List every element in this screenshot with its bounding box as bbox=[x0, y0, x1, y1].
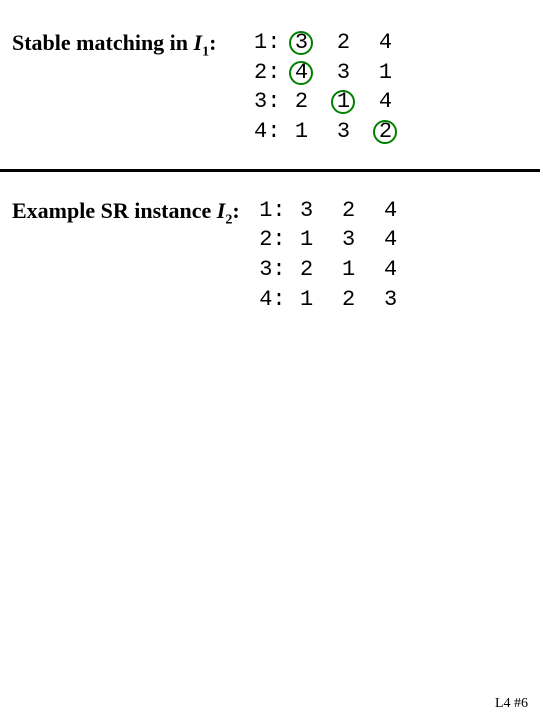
bottom-label-post: : bbox=[232, 198, 239, 223]
table-row: 4:132 bbox=[246, 117, 406, 147]
top-label-var: I bbox=[194, 30, 203, 55]
pref-value: 3 bbox=[322, 117, 364, 147]
pref-value: 2 bbox=[328, 285, 370, 315]
pref-value: 1 bbox=[364, 58, 406, 88]
slide-footer: L4 #6 bbox=[495, 696, 528, 712]
pref-value: 2 bbox=[286, 255, 328, 285]
row-label: 1: bbox=[252, 196, 286, 226]
bottom-label-pre: Example SR instance bbox=[12, 198, 217, 223]
pref-value: 4 bbox=[370, 196, 412, 226]
bottom-section: Example SR instance I2: 1:3242:1343:2144… bbox=[0, 172, 540, 315]
top-preference-table: 1:3242:4313:2144:132 bbox=[246, 28, 406, 147]
pref-value: 1 bbox=[286, 285, 328, 315]
table-row: 1:324 bbox=[246, 28, 406, 58]
matched-value: 3 bbox=[280, 28, 322, 58]
pref-value: 2 bbox=[328, 196, 370, 226]
row-label: 3: bbox=[246, 87, 280, 117]
pref-value: 3 bbox=[328, 225, 370, 255]
table-row: 4:123 bbox=[252, 285, 412, 315]
matched-value: 4 bbox=[280, 58, 322, 88]
table-row: 3:214 bbox=[246, 87, 406, 117]
table-row: 2:431 bbox=[246, 58, 406, 88]
pref-value: 3 bbox=[286, 196, 328, 226]
bottom-preference-table: 1:3242:1343:2144:123 bbox=[252, 196, 412, 315]
pref-value: 3 bbox=[370, 285, 412, 315]
matched-value: 2 bbox=[364, 117, 406, 147]
pref-value: 3 bbox=[322, 58, 364, 88]
row-label: 1: bbox=[246, 28, 280, 58]
row-label: 4: bbox=[252, 285, 286, 315]
row-label: 2: bbox=[246, 58, 280, 88]
pref-value: 4 bbox=[364, 87, 406, 117]
pref-value: 2 bbox=[280, 87, 322, 117]
pref-value: 4 bbox=[370, 255, 412, 285]
pref-value: 2 bbox=[322, 28, 364, 58]
pref-value: 1 bbox=[280, 117, 322, 147]
table-row: 1:324 bbox=[252, 196, 412, 226]
matched-value: 1 bbox=[322, 87, 364, 117]
row-label: 4: bbox=[246, 117, 280, 147]
table-row: 2:134 bbox=[252, 225, 412, 255]
top-section: Stable matching in I1: 1:3242:4313:2144:… bbox=[0, 0, 540, 147]
pref-value: 4 bbox=[370, 225, 412, 255]
row-label: 3: bbox=[252, 255, 286, 285]
table-row: 3:214 bbox=[252, 255, 412, 285]
top-label-post: : bbox=[209, 30, 216, 55]
pref-value: 1 bbox=[286, 225, 328, 255]
pref-value: 1 bbox=[328, 255, 370, 285]
top-label-pre: Stable matching in bbox=[12, 30, 194, 55]
pref-value: 4 bbox=[364, 28, 406, 58]
bottom-label: Example SR instance I2: bbox=[12, 196, 240, 228]
top-label: Stable matching in I1: bbox=[12, 28, 216, 60]
row-label: 2: bbox=[252, 225, 286, 255]
